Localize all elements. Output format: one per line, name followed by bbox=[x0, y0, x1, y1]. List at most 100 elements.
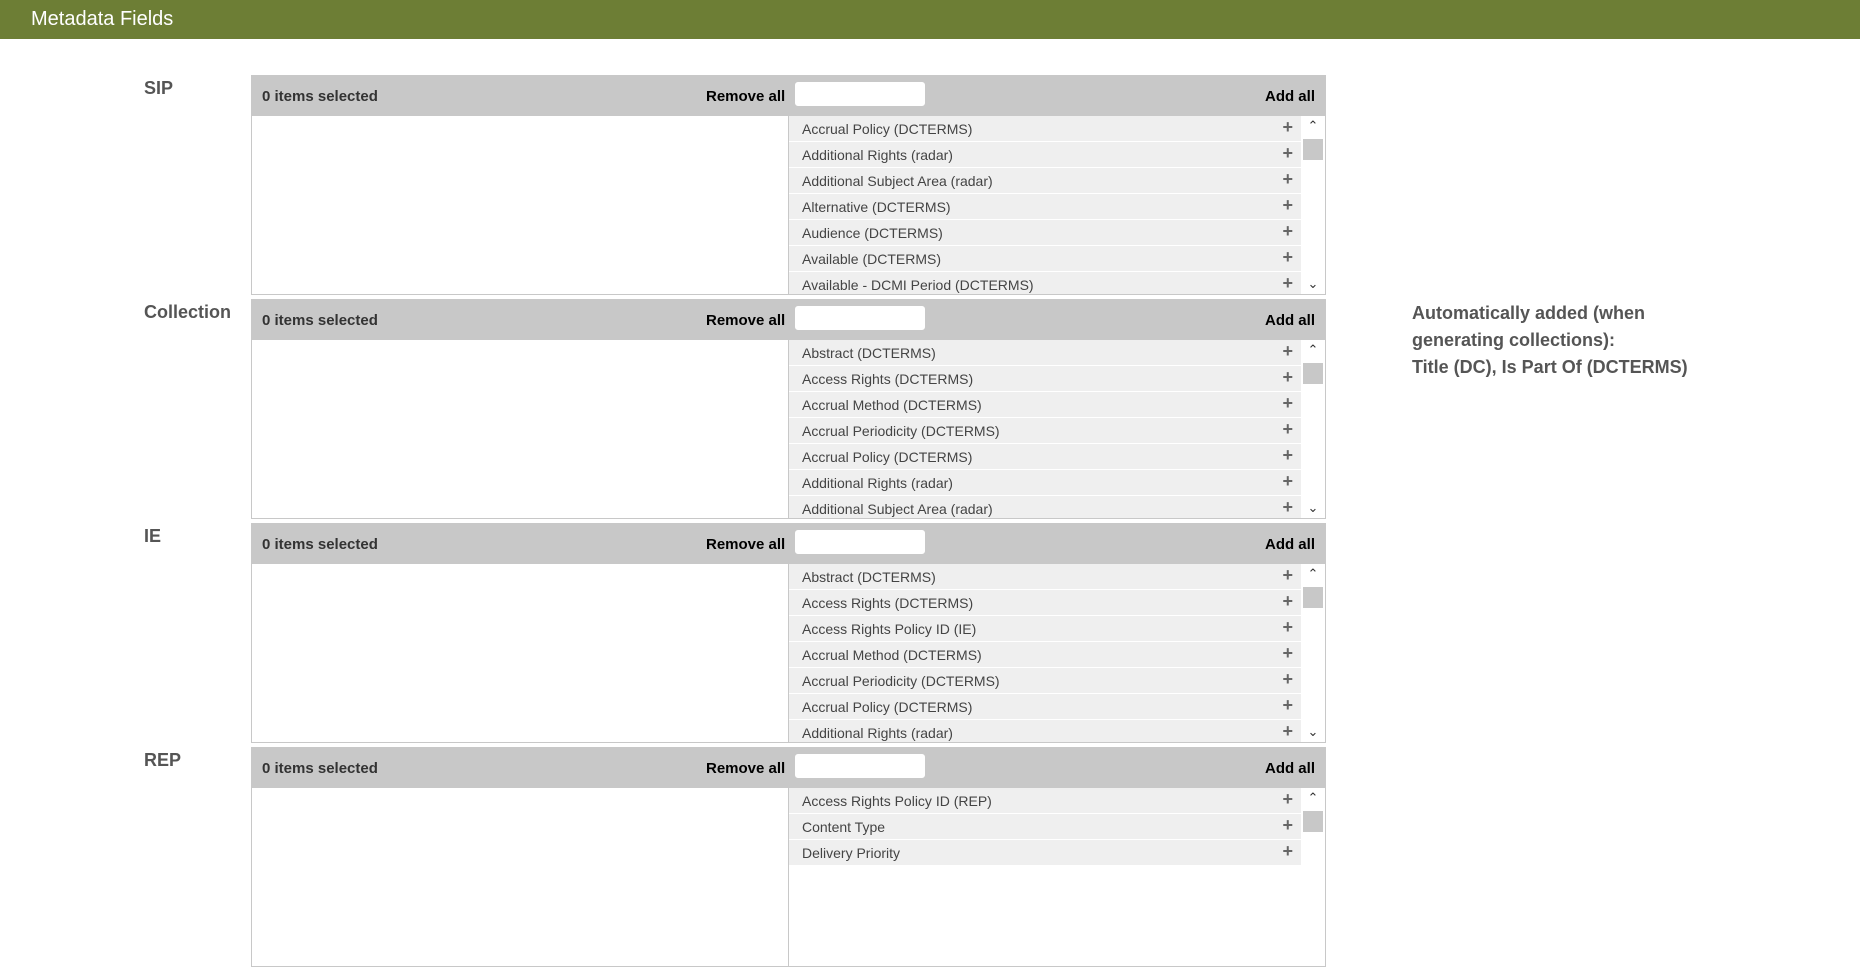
search-input[interactable] bbox=[794, 753, 926, 779]
plus-icon[interactable]: + bbox=[1282, 497, 1293, 518]
list-item-label: Available - DCMI Period (DCTERMS) bbox=[802, 277, 1034, 293]
multiselect-header: 0 items selected Remove all Add all bbox=[252, 76, 1325, 116]
multiselect-header: 0 items selected Remove all Add all bbox=[252, 524, 1325, 564]
plus-icon[interactable]: + bbox=[1282, 669, 1293, 690]
list-item[interactable]: Additional Rights (radar) + bbox=[789, 470, 1301, 495]
plus-icon[interactable]: + bbox=[1282, 273, 1293, 294]
list-item-label: Delivery Priority bbox=[802, 845, 901, 861]
list-item[interactable]: Accrual Policy (DCTERMS) + bbox=[789, 444, 1301, 469]
plus-icon[interactable]: + bbox=[1282, 419, 1293, 440]
add-all-button[interactable]: Add all bbox=[1265, 88, 1315, 105]
list-item[interactable]: Available - DCMI Period (DCTERMS) + bbox=[789, 272, 1301, 294]
auto-added-heading: Automatically added (when generating col… bbox=[1412, 303, 1646, 350]
scrollbar-thumb[interactable] bbox=[1303, 587, 1323, 608]
plus-icon[interactable]: + bbox=[1282, 195, 1293, 216]
list-item[interactable]: Available (DCTERMS) + bbox=[789, 246, 1301, 271]
remove-all-button[interactable]: Remove all bbox=[706, 760, 785, 777]
scrollbar-thumb[interactable] bbox=[1303, 363, 1323, 384]
plus-icon[interactable]: + bbox=[1282, 445, 1293, 466]
chevron-up-icon[interactable]: ⌃ bbox=[1301, 790, 1325, 806]
list-scrollbar[interactable]: ⌃ ⌄ bbox=[1301, 340, 1325, 518]
plus-icon[interactable]: + bbox=[1282, 789, 1293, 810]
chevron-up-icon[interactable]: ⌃ bbox=[1301, 342, 1325, 358]
available-list: Abstract (DCTERMS) + Access Rights (DCTER… bbox=[789, 564, 1301, 742]
add-all-button[interactable]: Add all bbox=[1265, 312, 1315, 329]
plus-icon[interactable]: + bbox=[1282, 815, 1293, 836]
list-item-label: Additional Rights (radar) bbox=[802, 147, 953, 163]
list-item[interactable]: Access Rights Policy ID (REP) + bbox=[789, 788, 1301, 813]
plus-icon[interactable]: + bbox=[1282, 721, 1293, 742]
plus-icon[interactable]: + bbox=[1282, 695, 1293, 716]
plus-icon[interactable]: + bbox=[1282, 143, 1293, 164]
multiselect-sip: 0 items selected Remove all Add all Accr… bbox=[251, 75, 1326, 295]
plus-icon[interactable]: + bbox=[1282, 341, 1293, 362]
list-item[interactable]: Additional Subject Area (radar) + bbox=[789, 496, 1301, 518]
list-item[interactable]: Accrual Method (DCTERMS) + bbox=[789, 642, 1301, 667]
plus-icon[interactable]: + bbox=[1282, 643, 1293, 664]
search-input[interactable] bbox=[794, 81, 926, 107]
remove-all-button[interactable]: Remove all bbox=[706, 88, 785, 105]
plus-icon[interactable]: + bbox=[1282, 117, 1293, 138]
list-item-label: Access Rights Policy ID (REP) bbox=[802, 793, 992, 809]
remove-all-button[interactable]: Remove all bbox=[706, 312, 785, 329]
list-item-label: Content Type bbox=[802, 819, 886, 835]
list-item[interactable]: Additional Rights (radar) + bbox=[789, 720, 1301, 742]
list-item[interactable]: Accrual Periodicity (DCTERMS) + bbox=[789, 668, 1301, 693]
chevron-down-icon[interactable]: ⌄ bbox=[1301, 724, 1325, 740]
remove-all-button[interactable]: Remove all bbox=[706, 536, 785, 553]
add-all-button[interactable]: Add all bbox=[1265, 536, 1315, 553]
plus-icon[interactable]: + bbox=[1282, 367, 1293, 388]
search-input[interactable] bbox=[794, 305, 926, 331]
scrollbar-thumb[interactable] bbox=[1303, 811, 1323, 832]
plus-icon[interactable]: + bbox=[1282, 169, 1293, 190]
plus-icon[interactable]: + bbox=[1282, 393, 1293, 414]
list-item-label: Access Rights (DCTERMS) bbox=[802, 595, 974, 611]
list-item[interactable]: Access Rights Policy ID (IE) + bbox=[789, 616, 1301, 641]
chevron-down-icon[interactable]: ⌄ bbox=[1301, 276, 1325, 292]
list-item[interactable]: Content Type + bbox=[789, 814, 1301, 839]
plus-icon[interactable]: + bbox=[1282, 565, 1293, 586]
list-item[interactable]: Abstract (DCTERMS) + bbox=[789, 564, 1301, 589]
plus-icon[interactable]: + bbox=[1282, 221, 1293, 242]
list-item-label: Abstract (DCTERMS) bbox=[802, 345, 936, 361]
list-item[interactable]: Abstract (DCTERMS) + bbox=[789, 340, 1301, 365]
list-item[interactable]: Accrual Policy (DCTERMS) + bbox=[789, 694, 1301, 719]
list-item[interactable]: Alternative (DCTERMS) + bbox=[789, 194, 1301, 219]
plus-icon[interactable]: + bbox=[1282, 841, 1293, 862]
list-item[interactable]: Delivery Priority + bbox=[789, 840, 1301, 865]
plus-icon[interactable]: + bbox=[1282, 471, 1293, 492]
add-all-button[interactable]: Add all bbox=[1265, 760, 1315, 777]
scrollbar-thumb[interactable] bbox=[1303, 139, 1323, 160]
plus-icon[interactable]: + bbox=[1282, 617, 1293, 638]
section-label-sip: SIP bbox=[144, 78, 174, 98]
list-item-label: Additional Rights (radar) bbox=[802, 475, 953, 491]
list-item[interactable]: Accrual Policy (DCTERMS) + bbox=[789, 116, 1301, 141]
chevron-down-icon[interactable]: ⌄ bbox=[1301, 500, 1325, 516]
auto-added-fields: Title (DC), Is Part Of (DCTERMS) bbox=[1412, 357, 1688, 377]
page-title: Metadata Fields bbox=[31, 8, 174, 30]
search-input[interactable] bbox=[794, 529, 926, 555]
chevron-up-icon[interactable]: ⌃ bbox=[1301, 118, 1325, 134]
list-scrollbar[interactable]: ⌃ bbox=[1301, 788, 1325, 966]
chevron-up-icon[interactable]: ⌃ bbox=[1301, 566, 1325, 582]
list-item-label: Available (DCTERMS) bbox=[802, 251, 941, 267]
list-item[interactable]: Accrual Method (DCTERMS) + bbox=[789, 392, 1301, 417]
list-item[interactable]: Audience (DCTERMS) + bbox=[789, 220, 1301, 245]
list-item-label: Accrual Periodicity (DCTERMS) bbox=[802, 423, 1000, 439]
section-label-collection: Collection bbox=[144, 302, 232, 322]
list-item-label: Additional Rights (radar) bbox=[802, 725, 953, 741]
plus-icon[interactable]: + bbox=[1282, 247, 1293, 268]
list-item[interactable]: Additional Rights (radar) + bbox=[789, 142, 1301, 167]
plus-icon[interactable]: + bbox=[1282, 591, 1293, 612]
list-item-label: Accrual Policy (DCTERMS) bbox=[802, 699, 973, 715]
multiselect-header: 0 items selected Remove all Add all bbox=[252, 748, 1325, 788]
list-scrollbar[interactable]: ⌃ ⌄ bbox=[1301, 116, 1325, 294]
list-item[interactable]: Accrual Periodicity (DCTERMS) + bbox=[789, 418, 1301, 443]
list-scrollbar[interactable]: ⌃ ⌄ bbox=[1301, 564, 1325, 742]
list-item[interactable]: Additional Subject Area (radar) + bbox=[789, 168, 1301, 193]
list-item[interactable]: Access Rights (DCTERMS) + bbox=[789, 366, 1301, 391]
available-list: Abstract (DCTERMS) + Access Rights (DCTER… bbox=[789, 340, 1301, 518]
list-item-label: Additional Subject Area (radar) bbox=[802, 173, 993, 189]
list-item[interactable]: Access Rights (DCTERMS) + bbox=[789, 590, 1301, 615]
available-list: Accrual Policy (DCTERMS) + Additional Rig… bbox=[789, 116, 1301, 294]
